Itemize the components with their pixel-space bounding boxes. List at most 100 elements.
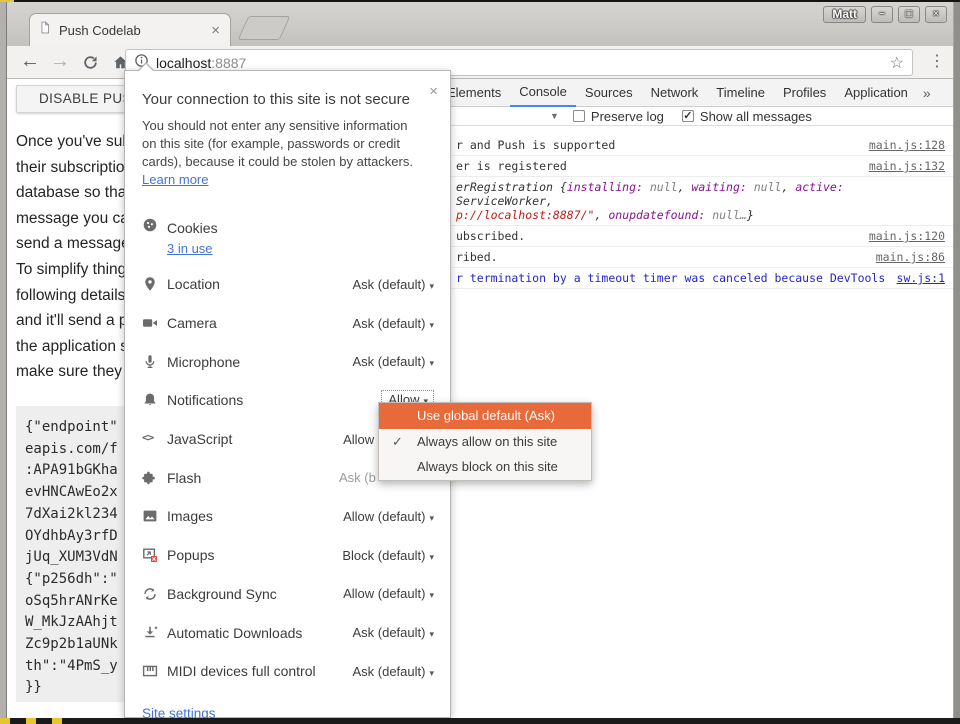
images-setting-dropdown[interactable]: Allow (default)▾ xyxy=(343,509,434,524)
cookies-label: Cookies xyxy=(167,220,218,236)
automatic-downloads-setting-dropdown[interactable]: Ask (default)▾ xyxy=(352,625,434,640)
show-all-messages-label[interactable]: Show all messages xyxy=(700,109,812,124)
close-window-button[interactable]: × xyxy=(925,6,947,23)
browser-menu-icon[interactable]: ⋮ xyxy=(925,49,949,75)
source-link[interactable]: main.js:120 xyxy=(869,229,945,243)
popup-body: You should not enter any sensitive infor… xyxy=(142,117,413,189)
titlebar: Matt − □ × Push Codelab × xyxy=(7,2,953,46)
midi-setting-dropdown[interactable]: Ask (default)▾ xyxy=(352,664,434,679)
reload-icon[interactable] xyxy=(77,49,103,75)
user-menu-button[interactable]: Matt xyxy=(823,6,866,23)
source-link[interactable]: main.js:86 xyxy=(876,250,945,264)
cookie-icon xyxy=(142,217,158,238)
filter-dropdown-icon[interactable]: ▼ xyxy=(550,111,559,121)
learn-more-link[interactable]: Learn more xyxy=(142,172,208,187)
source-link[interactable]: sw.js:1 xyxy=(897,271,945,285)
chevron-down-icon: ▾ xyxy=(429,668,434,678)
url-port: :8887 xyxy=(211,55,246,71)
window-frame-right xyxy=(953,2,960,724)
tab-application[interactable]: Application xyxy=(835,79,917,107)
console-message: main.js:132 er is registered xyxy=(438,156,953,177)
tab-sources[interactable]: Sources xyxy=(576,79,642,107)
permission-row-camera: Camera Ask (default)▾ xyxy=(125,304,450,343)
cookies-in-use-link[interactable]: 3 in use xyxy=(167,241,218,256)
chevron-down-icon: ▾ xyxy=(429,358,434,368)
menu-item-always-allow[interactable]: ✓Always allow on this site xyxy=(379,429,591,455)
flash-setting-dropdown[interactable]: Ask (b xyxy=(339,470,376,485)
console-object-preview[interactable]: erRegistration {installing: null, waitin… xyxy=(438,177,953,226)
preserve-log-checkbox[interactable] xyxy=(573,110,585,122)
popup-arrow xyxy=(137,62,155,71)
location-pin-icon xyxy=(142,276,158,292)
tab-overflow-icon[interactable]: » xyxy=(917,85,937,101)
cookies-section: Cookies 3 in use xyxy=(142,217,218,256)
window-frame-left xyxy=(0,2,7,724)
background-sync-setting-dropdown[interactable]: Allow (default)▾ xyxy=(343,586,434,601)
bell-icon xyxy=(142,392,158,408)
chevron-down-icon: ▾ xyxy=(429,320,434,330)
notifications-dropdown-menu: Use global default (Ask) ✓Always allow o… xyxy=(378,402,592,481)
source-link[interactable]: main.js:128 xyxy=(869,138,945,152)
piano-keys-icon xyxy=(142,663,158,679)
show-all-messages-checkbox[interactable]: ✓ xyxy=(682,110,694,122)
devtools-tab-bar: Elements Console Sources Network Timelin… xyxy=(438,79,953,107)
check-icon: ✓ xyxy=(392,429,403,455)
chevron-down-icon: ▾ xyxy=(429,552,434,562)
source-link[interactable]: main.js:132 xyxy=(869,159,945,173)
tab-timeline[interactable]: Timeline xyxy=(707,79,774,107)
camera-icon xyxy=(142,315,158,331)
popups-setting-dropdown[interactable]: Block (default)▾ xyxy=(342,548,434,563)
back-icon[interactable]: ← xyxy=(17,49,43,75)
puzzle-piece-icon xyxy=(142,470,158,486)
console-message: main.js:128 r and Push is supported xyxy=(438,126,953,156)
url-host: localhost xyxy=(156,55,211,71)
browser-window: Matt − □ × Push Codelab × ← → localhost:… xyxy=(0,0,960,724)
console-message: sw.js:1 r termination by a timeout timer… xyxy=(438,268,953,289)
bookmark-star-icon[interactable]: ☆ xyxy=(890,53,904,73)
code-icon: <> xyxy=(142,431,158,447)
console-message: main.js:120 ubscribed. xyxy=(438,226,953,247)
forward-icon[interactable]: → xyxy=(47,49,73,75)
popup-blocked-icon xyxy=(142,547,158,563)
microphone-setting-dropdown[interactable]: Ask (default)▾ xyxy=(352,354,434,369)
page-icon xyxy=(38,20,52,40)
tab-network[interactable]: Network xyxy=(642,79,708,107)
tab-profiles[interactable]: Profiles xyxy=(774,79,835,107)
permission-row-automatic-downloads: Automatic Downloads Ask (default)▾ xyxy=(125,613,450,652)
site-info-popup: × Your connection to this site is not se… xyxy=(124,70,451,718)
browser-tab[interactable]: Push Codelab × xyxy=(29,13,231,46)
tab-close-icon[interactable]: × xyxy=(209,23,222,38)
window-frame-bottom xyxy=(0,718,960,724)
permission-row-background-sync: Background Sync Allow (default)▾ xyxy=(125,575,450,614)
menu-item-always-block[interactable]: Always block on this site xyxy=(379,454,591,480)
chevron-down-icon: ▾ xyxy=(429,590,434,600)
permission-row-popups: Popups Block (default)▾ xyxy=(125,536,450,575)
devtools-panel: Elements Console Sources Network Timelin… xyxy=(437,79,953,718)
camera-setting-dropdown[interactable]: Ask (default)▾ xyxy=(352,316,434,331)
permission-row-images: Images Allow (default)▾ xyxy=(125,497,450,536)
permission-row-location: Location Ask (default)▾ xyxy=(125,265,450,304)
popup-title: Your connection to this site is not secu… xyxy=(142,91,410,108)
new-tab-button[interactable] xyxy=(238,16,291,40)
window-controls: Matt − □ × xyxy=(823,6,947,23)
menu-item-global-default[interactable]: Use global default (Ask) xyxy=(379,403,591,429)
popup-close-icon[interactable]: × xyxy=(429,83,438,100)
image-icon xyxy=(142,508,158,524)
window-frame-top xyxy=(0,0,960,2)
location-setting-dropdown[interactable]: Ask (default)▾ xyxy=(352,277,434,292)
permission-row-midi: MIDI devices full control Ask (default)▾ xyxy=(125,652,450,691)
sync-icon xyxy=(142,586,158,602)
tab-title: Push Codelab xyxy=(59,23,209,38)
console-toolbar: ▼ Preserve log ✓ Show all messages xyxy=(438,107,953,126)
console-log: main.js:128 r and Push is supported main… xyxy=(438,126,953,289)
tab-console[interactable]: Console xyxy=(510,79,576,107)
download-icon xyxy=(142,625,158,641)
permission-row-microphone: Microphone Ask (default)▾ xyxy=(125,342,450,381)
chevron-down-icon: ▾ xyxy=(429,629,434,639)
preserve-log-label[interactable]: Preserve log xyxy=(591,109,664,124)
chevron-down-icon: ▾ xyxy=(429,281,434,291)
maximize-button[interactable]: □ xyxy=(898,6,920,23)
chevron-down-icon: ▾ xyxy=(429,513,434,523)
minimize-button[interactable]: − xyxy=(871,6,893,23)
console-message: main.js:86 ribed. xyxy=(438,247,953,268)
